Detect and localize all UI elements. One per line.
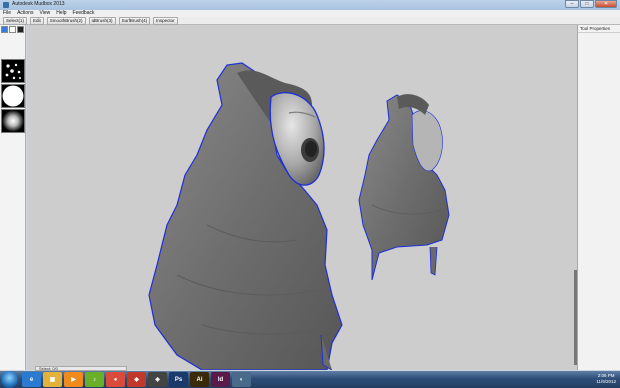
window-title: Autodesk Mudbox 2013 — [12, 1, 65, 7]
ie-icon[interactable]: e — [22, 372, 41, 387]
panel-tab-icon[interactable] — [17, 26, 24, 33]
select-tool-button[interactable]: Select(1) — [3, 16, 28, 25]
left-tool-panel — [0, 25, 26, 370]
menu-view[interactable]: View — [39, 10, 50, 17]
edit-tool-button[interactable]: Edit — [30, 16, 44, 25]
mudbox-icon[interactable]: ◐ — [232, 372, 251, 387]
system-tray: 2:06 PM 11/9/2012 — [545, 371, 620, 388]
media-player-icon[interactable]: ▶ — [64, 372, 83, 387]
menu-feedback[interactable]: Feedback — [73, 10, 95, 17]
maximize-button[interactable]: □ — [580, 0, 594, 8]
falloff-hard-icon[interactable] — [1, 84, 25, 108]
menu-file[interactable]: File — [3, 10, 11, 17]
small-bust-mesh[interactable] — [358, 94, 450, 281]
tool-properties-title: Tool Properties — [578, 25, 620, 33]
large-bust-mesh[interactable] — [148, 62, 343, 370]
menu-actions[interactable]: Actions — [17, 10, 33, 17]
start-button[interactable] — [1, 371, 18, 388]
red-app-icon[interactable]: ◆ — [127, 372, 146, 387]
smooth-brush-button[interactable]: SmoothBrush(2) — [46, 16, 86, 25]
title-bar: Autodesk Mudbox 2013 – □ ✕ — [0, 0, 620, 10]
stamp-dots-icon[interactable] — [1, 59, 25, 83]
minimize-button[interactable]: – — [565, 0, 579, 8]
close-button[interactable]: ✕ — [595, 0, 617, 8]
app-icon — [3, 2, 9, 8]
mudbox-window: Autodesk Mudbox 2013 – □ ✕ File Actions … — [0, 0, 620, 388]
spotify-icon[interactable]: ♪ — [85, 372, 104, 387]
tool-properties-panel: Tool Properties — [577, 25, 620, 370]
windows-taskbar: e ▣ ▶ ♪ ● ◆ ◈ Ps Ai Id ◐ 2:06 PM 11/9/2012 — [0, 371, 620, 388]
clock-date: 11/9/2012 — [596, 379, 616, 384]
3d-viewport[interactable] — [27, 25, 577, 370]
menu-help[interactable]: Help — [56, 10, 66, 17]
panel-tab-icon[interactable] — [9, 26, 16, 33]
menu-bar: File Actions View Help Feedback — [0, 10, 620, 17]
tool-toolbar: Select(1) Edit SmoothBrush(2) IdBrush(3)… — [0, 16, 620, 25]
falloff-soft-icon[interactable] — [1, 109, 25, 133]
panel-tab-icon[interactable] — [1, 26, 8, 33]
unity-icon[interactable]: ◈ — [148, 372, 167, 387]
explorer-icon[interactable]: ▣ — [43, 372, 62, 387]
chrome-icon[interactable]: ● — [106, 372, 125, 387]
indesign-icon[interactable]: Id — [211, 372, 230, 387]
illustrator-icon[interactable]: Ai — [190, 372, 209, 387]
id-brush-button[interactable]: IdBrush(3) — [88, 16, 116, 25]
surf-brush-button[interactable]: SurfBrush(4) — [118, 16, 151, 25]
clock[interactable]: 2:06 PM 11/9/2012 — [596, 373, 616, 385]
inspector-button[interactable]: Inspector — [153, 16, 178, 25]
photoshop-icon[interactable]: Ps — [169, 372, 188, 387]
